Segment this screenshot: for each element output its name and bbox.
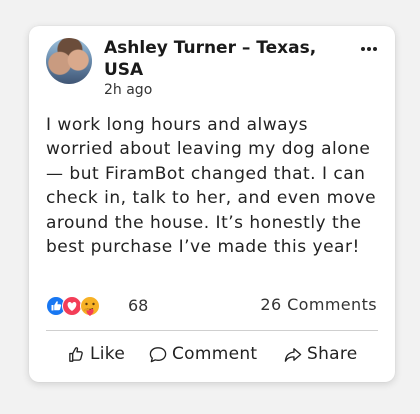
comment-button[interactable]: Comment xyxy=(148,342,257,366)
more-options-icon[interactable] xyxy=(359,40,379,56)
reaction-count: 68 xyxy=(128,296,149,315)
comment-bubble-icon xyxy=(149,346,167,362)
post-text: I work long hours and always worried abo… xyxy=(46,115,377,258)
comments-count[interactable]: 26 Comments xyxy=(260,296,377,314)
author-name[interactable]: Ashley Turner – Texas, USA xyxy=(104,37,354,81)
post-timestamp[interactable]: 2h ago xyxy=(104,81,152,99)
like-label: Like xyxy=(90,344,126,364)
thumbs-up-icon xyxy=(69,346,83,362)
avatar[interactable] xyxy=(46,38,92,84)
divider xyxy=(46,330,378,331)
share-button[interactable]: Share xyxy=(283,342,358,366)
comment-label: Comment xyxy=(172,344,258,364)
share-arrow-icon xyxy=(284,347,302,362)
care-reaction-icon xyxy=(80,296,100,316)
reactions-summary[interactable]: 68 xyxy=(46,296,166,316)
like-button[interactable]: Like xyxy=(67,342,125,366)
share-label: Share xyxy=(307,344,358,364)
post-card: Ashley Turner – Texas, USA 2h ago I work… xyxy=(29,26,395,382)
